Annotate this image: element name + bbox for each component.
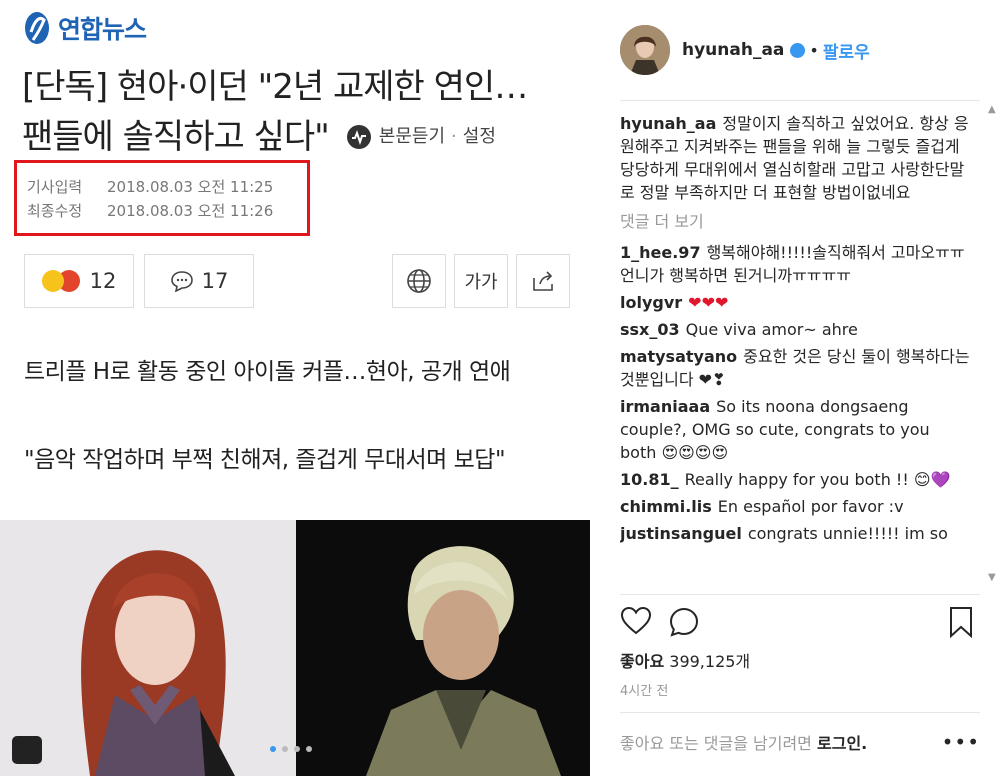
post-actions [620,604,980,640]
news-article: 연합뉴스 [단독] 현아·이던 "2년 교제한 연인… 팬들에 솔직하고 싶다"… [0,0,600,776]
listen-icon[interactable] [345,123,373,151]
pagination-dot[interactable] [306,746,312,752]
comment-username[interactable]: chimmi.lis [620,497,712,516]
comment-username[interactable]: matysatyano [620,347,737,366]
post-header: hyunah_aa • 팔로우 [620,20,870,80]
article-actions: 12 17 가가 [24,254,584,308]
headline-line2: 팬들에 솔직하고 싶다" [22,117,330,157]
list-item: 10.81_ Really happy for you both !! 😊💜 [620,468,970,491]
globe-icon [407,269,431,293]
list-item: irmaniaaa So its noona dongsaeng couple?,… [620,395,970,464]
comment-username[interactable]: 1_hee.97 [620,243,701,262]
reaction-count: 12 [89,269,117,293]
follow-button[interactable]: 팔로우 [823,38,870,63]
subtitle-1: 트리플 H로 활동 중인 아이돌 커플…현아, 공개 연애 [24,359,511,385]
pagination-dot[interactable] [282,746,288,752]
list-item: matysatyano 중요한 것은 당신 둘이 행복하다는 것뿐입니다 ❤❣ [620,345,970,391]
date-label: 기사입력 [27,178,83,196]
more-comments-link[interactable]: 댓글 더 보기 [620,210,970,233]
share-icon [533,271,553,291]
comment-username[interactable]: lolygvr [620,293,682,312]
list-item: lolygvr ❤❤❤ [620,291,970,314]
divider [620,100,980,101]
comment-username[interactable]: 10.81_ [620,470,679,489]
divider [620,712,980,713]
instagram-panel: hyunah_aa • 팔로우 hyunah_aa 정말이지 솔직하고 싶었어요.… [600,0,1000,776]
likes-value: 399,125개 [669,652,751,671]
caption-username[interactable]: hyunah_aa [620,114,716,133]
comment-button[interactable]: 17 [144,254,254,308]
post-time: 4시간 전 [620,684,669,699]
portrait-woman [0,520,296,776]
comment-username[interactable]: ssx_03 [620,320,680,339]
font-size-button[interactable]: 가가 [454,254,508,308]
list-item: ssx_03 Que viva amor~ ahre [620,318,970,341]
caption: hyunah_aa 정말이지 솔직하고 싶었어요. 항상 응원해주고 지켜봐주는 … [620,112,970,204]
comment-icon [170,271,193,292]
comment-text: Really happy for you both !! 😊💜 [684,470,951,489]
date-row-modified: 최종수정 2018.08.03 오전 11:26 [27,199,307,223]
comment-username[interactable]: justinsanguel [620,524,742,543]
smile-emoji-icon [41,270,64,292]
subtitle-2: "음악 작업하며 부쩍 친해져, 즐겁게 무대서며 보답" [24,447,506,473]
likes-label: 좋아요 [620,652,665,671]
more-options-icon[interactable]: ••• [942,730,980,754]
comment-count: 17 [201,269,229,293]
likes-count[interactable]: 좋아요 399,125개 [620,648,750,672]
share-button[interactable] [516,254,570,308]
list-item: chimmi.lis En español por favor :v [620,495,970,518]
photo-edawn [296,520,590,776]
separator: · [451,126,457,147]
comment-text: En español por favor :v [717,497,904,516]
date-row-published: 기사입력 2018.08.03 오전 11:25 [27,175,307,199]
date-value: 2018.08.03 오전 11:26 [107,202,274,220]
pagination-dot[interactable] [270,746,276,752]
comment-text: congrats unnie!!!!! im so [747,524,948,543]
logo-text: 연합뉴스 [58,15,147,44]
date-value: 2018.08.03 오전 11:25 [107,178,274,196]
list-item: justinsanguel congrats unnie!!!!! im so [620,522,970,545]
scroll-up-arrow-icon[interactable]: ▲ [988,104,996,115]
login-link[interactable]: 로그인. [817,734,867,753]
scroll-down-arrow-icon[interactable]: ▼ [988,572,996,583]
date-info-box: 기사입력 2018.08.03 오전 11:25 최종수정 2018.08.03… [14,160,310,236]
reaction-button[interactable]: 12 [24,254,134,308]
pagination-dot[interactable] [294,746,300,752]
article-photo[interactable] [0,520,590,776]
yonhap-logo-icon [25,12,49,44]
photo-hyuna [0,520,296,776]
translate-button[interactable] [392,254,446,308]
login-prompt-text: 좋아요 또는 댓글을 남기려면 [620,734,812,753]
headline-line1: [단독] 현아·이던 "2년 교제한 연인… [22,67,528,107]
post-username[interactable]: hyunah_aa [682,40,784,60]
comment-text: Que viva amor~ ahre [685,320,858,339]
headline: [단독] 현아·이던 "2년 교제한 연인… 팬들에 솔직하고 싶다" 본문듣기… [22,62,582,162]
settings-link[interactable]: 설정 [463,112,496,162]
comment-bubble-icon[interactable] [668,606,700,638]
photo-pagination[interactable] [270,746,312,752]
comment-text: ❤❤❤ [688,293,729,312]
verified-badge-icon [790,42,806,58]
like-heart-icon[interactable] [620,606,652,636]
login-prompt: 좋아요 또는 댓글을 남기려면 로그인. [620,730,980,754]
bullet-separator: • [809,40,819,60]
portrait-man [296,520,590,776]
date-label: 최종수정 [27,202,83,220]
font-size-label: 가가 [464,272,498,293]
avatar[interactable] [620,25,670,75]
avatar-image [620,25,670,75]
list-item: 1_hee.97 행복해야해!!!!!솔직해줘서 고마오ㅠㅠ언니가 행복하면 된거… [620,241,970,287]
bookmark-icon[interactable] [948,606,974,638]
listen-button[interactable]: 본문듣기 [379,112,445,162]
comment-username[interactable]: irmaniaaa [620,397,710,416]
comments-list: hyunah_aa 정말이지 솔직하고 싶었어요. 항상 응원해주고 지켜봐주는 … [620,112,970,590]
yonhap-logo[interactable]: 연합뉴스 [22,10,147,46]
divider [620,594,980,595]
camera-icon[interactable] [12,736,42,764]
